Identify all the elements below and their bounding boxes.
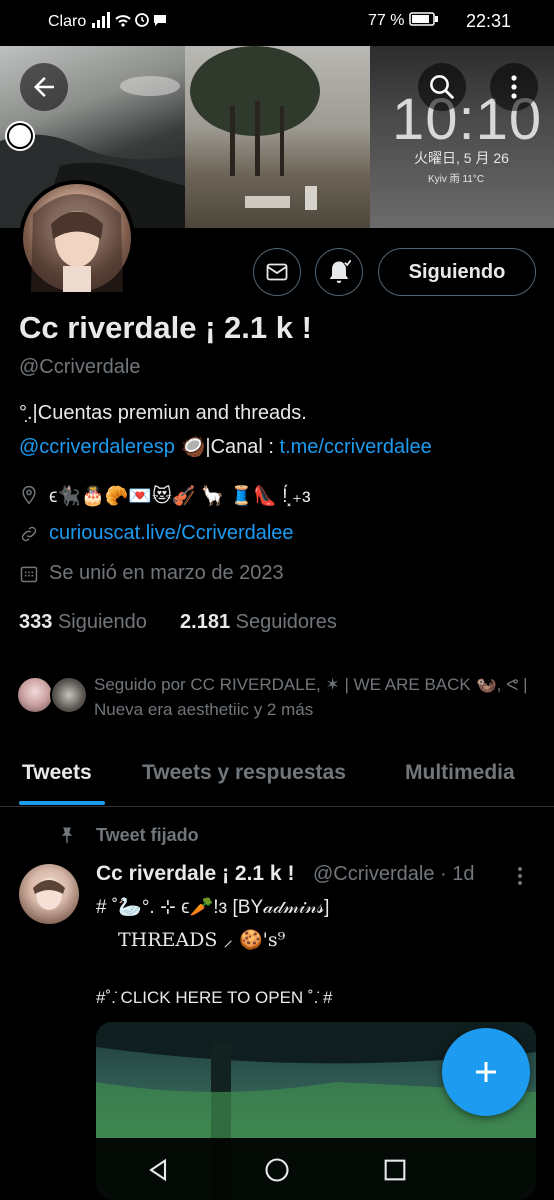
pinned-label: Tweet fijado <box>96 825 199 845</box>
profile-website-link[interactable]: curiouscat.live/Ccriverdalee <box>49 522 294 545</box>
location-row: ϵ🐈‍⬛🎂🥐💌😻🎻 🦙 🧵👠 !́⸼₊ɜ <box>19 482 311 508</box>
battery-indicator: 77 % <box>368 12 439 30</box>
system-nav-bar <box>0 1138 554 1200</box>
profile-tabs: Tweets Tweets y respuestas Multimedia <box>0 750 554 807</box>
profile-avatar[interactable] <box>19 180 135 296</box>
follower-avatar <box>50 676 88 714</box>
active-tab-indicator <box>19 801 105 805</box>
following-count: 333 <box>19 611 53 633</box>
lockscreen-date: 火曜日, 5 月 26 <box>414 150 509 166</box>
plus-icon <box>476 1062 496 1082</box>
lockscreen-weather: Kyiv 雨 11°C <box>428 174 485 185</box>
follow-counts: 333 Siguiendo 2.181 Seguidores <box>19 611 337 634</box>
nav-home-icon <box>265 1158 289 1182</box>
joined-row: Se unió en marzo de 2023 <box>19 562 284 585</box>
following-link[interactable]: 333 Siguiendo <box>19 611 147 633</box>
message-button[interactable] <box>253 248 301 296</box>
nav-back-button[interactable] <box>144 1156 172 1189</box>
avatar-image <box>23 184 131 292</box>
bio-line: °.̣|Cuentas premiun and threads. <box>19 402 307 424</box>
mail-icon <box>266 263 288 281</box>
followers-link[interactable]: 2.181 Seguidores <box>180 611 337 633</box>
status-time: 22:31 <box>466 11 512 31</box>
bio-channel-link[interactable]: t.me/ccriverdalee <box>280 436 432 458</box>
website-row: curiouscat.live/Ccriverdalee <box>19 522 294 545</box>
following-label: Siguiendo <box>57 611 147 633</box>
profile-name: Cc riverdale ¡ 2.1 k ! <box>19 310 312 345</box>
floating-record-icon[interactable] <box>2 118 38 154</box>
tweet-author-avatar[interactable] <box>19 864 79 924</box>
follower-avatar <box>16 676 54 714</box>
carrier-label: Claro <box>48 13 87 30</box>
tab-media[interactable]: Multimedia <box>405 761 515 785</box>
following-button[interactable]: Siguiendo <box>378 248 536 296</box>
bell-icon <box>329 259 353 284</box>
tweet-text-line: # ˚🦢°. ⊹ ϵ🥕!ɜ [BY𝒶𝒹𝓂𝒾𝓃𝓈] <box>96 897 330 918</box>
search-icon <box>430 75 455 100</box>
more-vertical-icon <box>511 75 517 99</box>
followed-by-avatars[interactable] <box>16 676 96 716</box>
nav-recents-icon <box>384 1159 406 1181</box>
status-bar: Claro 77 % 22:31 <box>0 0 554 44</box>
pin-icon <box>58 826 76 849</box>
tab-tweets[interactable]: Tweets <box>22 761 92 785</box>
more-vertical-icon <box>518 867 522 885</box>
back-arrow-icon <box>34 77 54 97</box>
tweet-author-name[interactable]: Cc riverdale ¡ 2.1 k ! <box>96 862 294 886</box>
followed-by-text[interactable]: Seguido por CC RIVERDALE, ✶ | WE ARE BAC… <box>94 672 534 722</box>
bio-mention-link[interactable]: @ccriverdaleresp <box>19 436 175 458</box>
tab-tweets-replies[interactable]: Tweets y respuestas <box>142 761 346 785</box>
tweet-more-button[interactable] <box>516 866 524 891</box>
profile-handle: @Ccriverdale <box>19 356 141 378</box>
banner-panel-trees <box>185 46 370 228</box>
followers-count: 2.181 <box>180 611 231 633</box>
more-options-button[interactable] <box>490 63 538 111</box>
back-button[interactable] <box>20 63 68 111</box>
tweet-author-meta: @Ccriverdale · 1d <box>313 863 475 885</box>
nav-home-button[interactable] <box>263 1156 291 1189</box>
location-icon <box>22 485 36 505</box>
link-icon <box>21 526 37 541</box>
calendar-icon <box>20 566 38 582</box>
bio-text: 🥥|Canal : <box>174 436 280 458</box>
battery-percent: 77 % <box>368 12 405 29</box>
nav-recents-button[interactable] <box>381 1156 409 1189</box>
nav-back-icon <box>149 1158 167 1182</box>
notifications-button[interactable] <box>315 248 363 296</box>
bio-line-links: @ccriverdaleresp 🥥|Canal : t.me/ccriverd… <box>19 434 432 459</box>
profile-joined: Se unió en marzo de 2023 <box>49 562 284 584</box>
profile-location: ϵ🐈‍⬛🎂🥐💌😻🎻 🦙 🧵👠 !́⸼₊ɜ <box>49 486 311 507</box>
tweet-text-line: #˚.̇ CLICK HERE TO OPEN ˚.̇ # <box>96 988 333 1007</box>
signal-icon <box>92 11 172 33</box>
search-button[interactable] <box>418 63 466 111</box>
followers-label: Seguidores <box>235 611 337 633</box>
tweet-text-line: THREADS ⸝ 🍪's⁹ <box>118 929 286 951</box>
compose-tweet-button[interactable] <box>442 1028 530 1116</box>
